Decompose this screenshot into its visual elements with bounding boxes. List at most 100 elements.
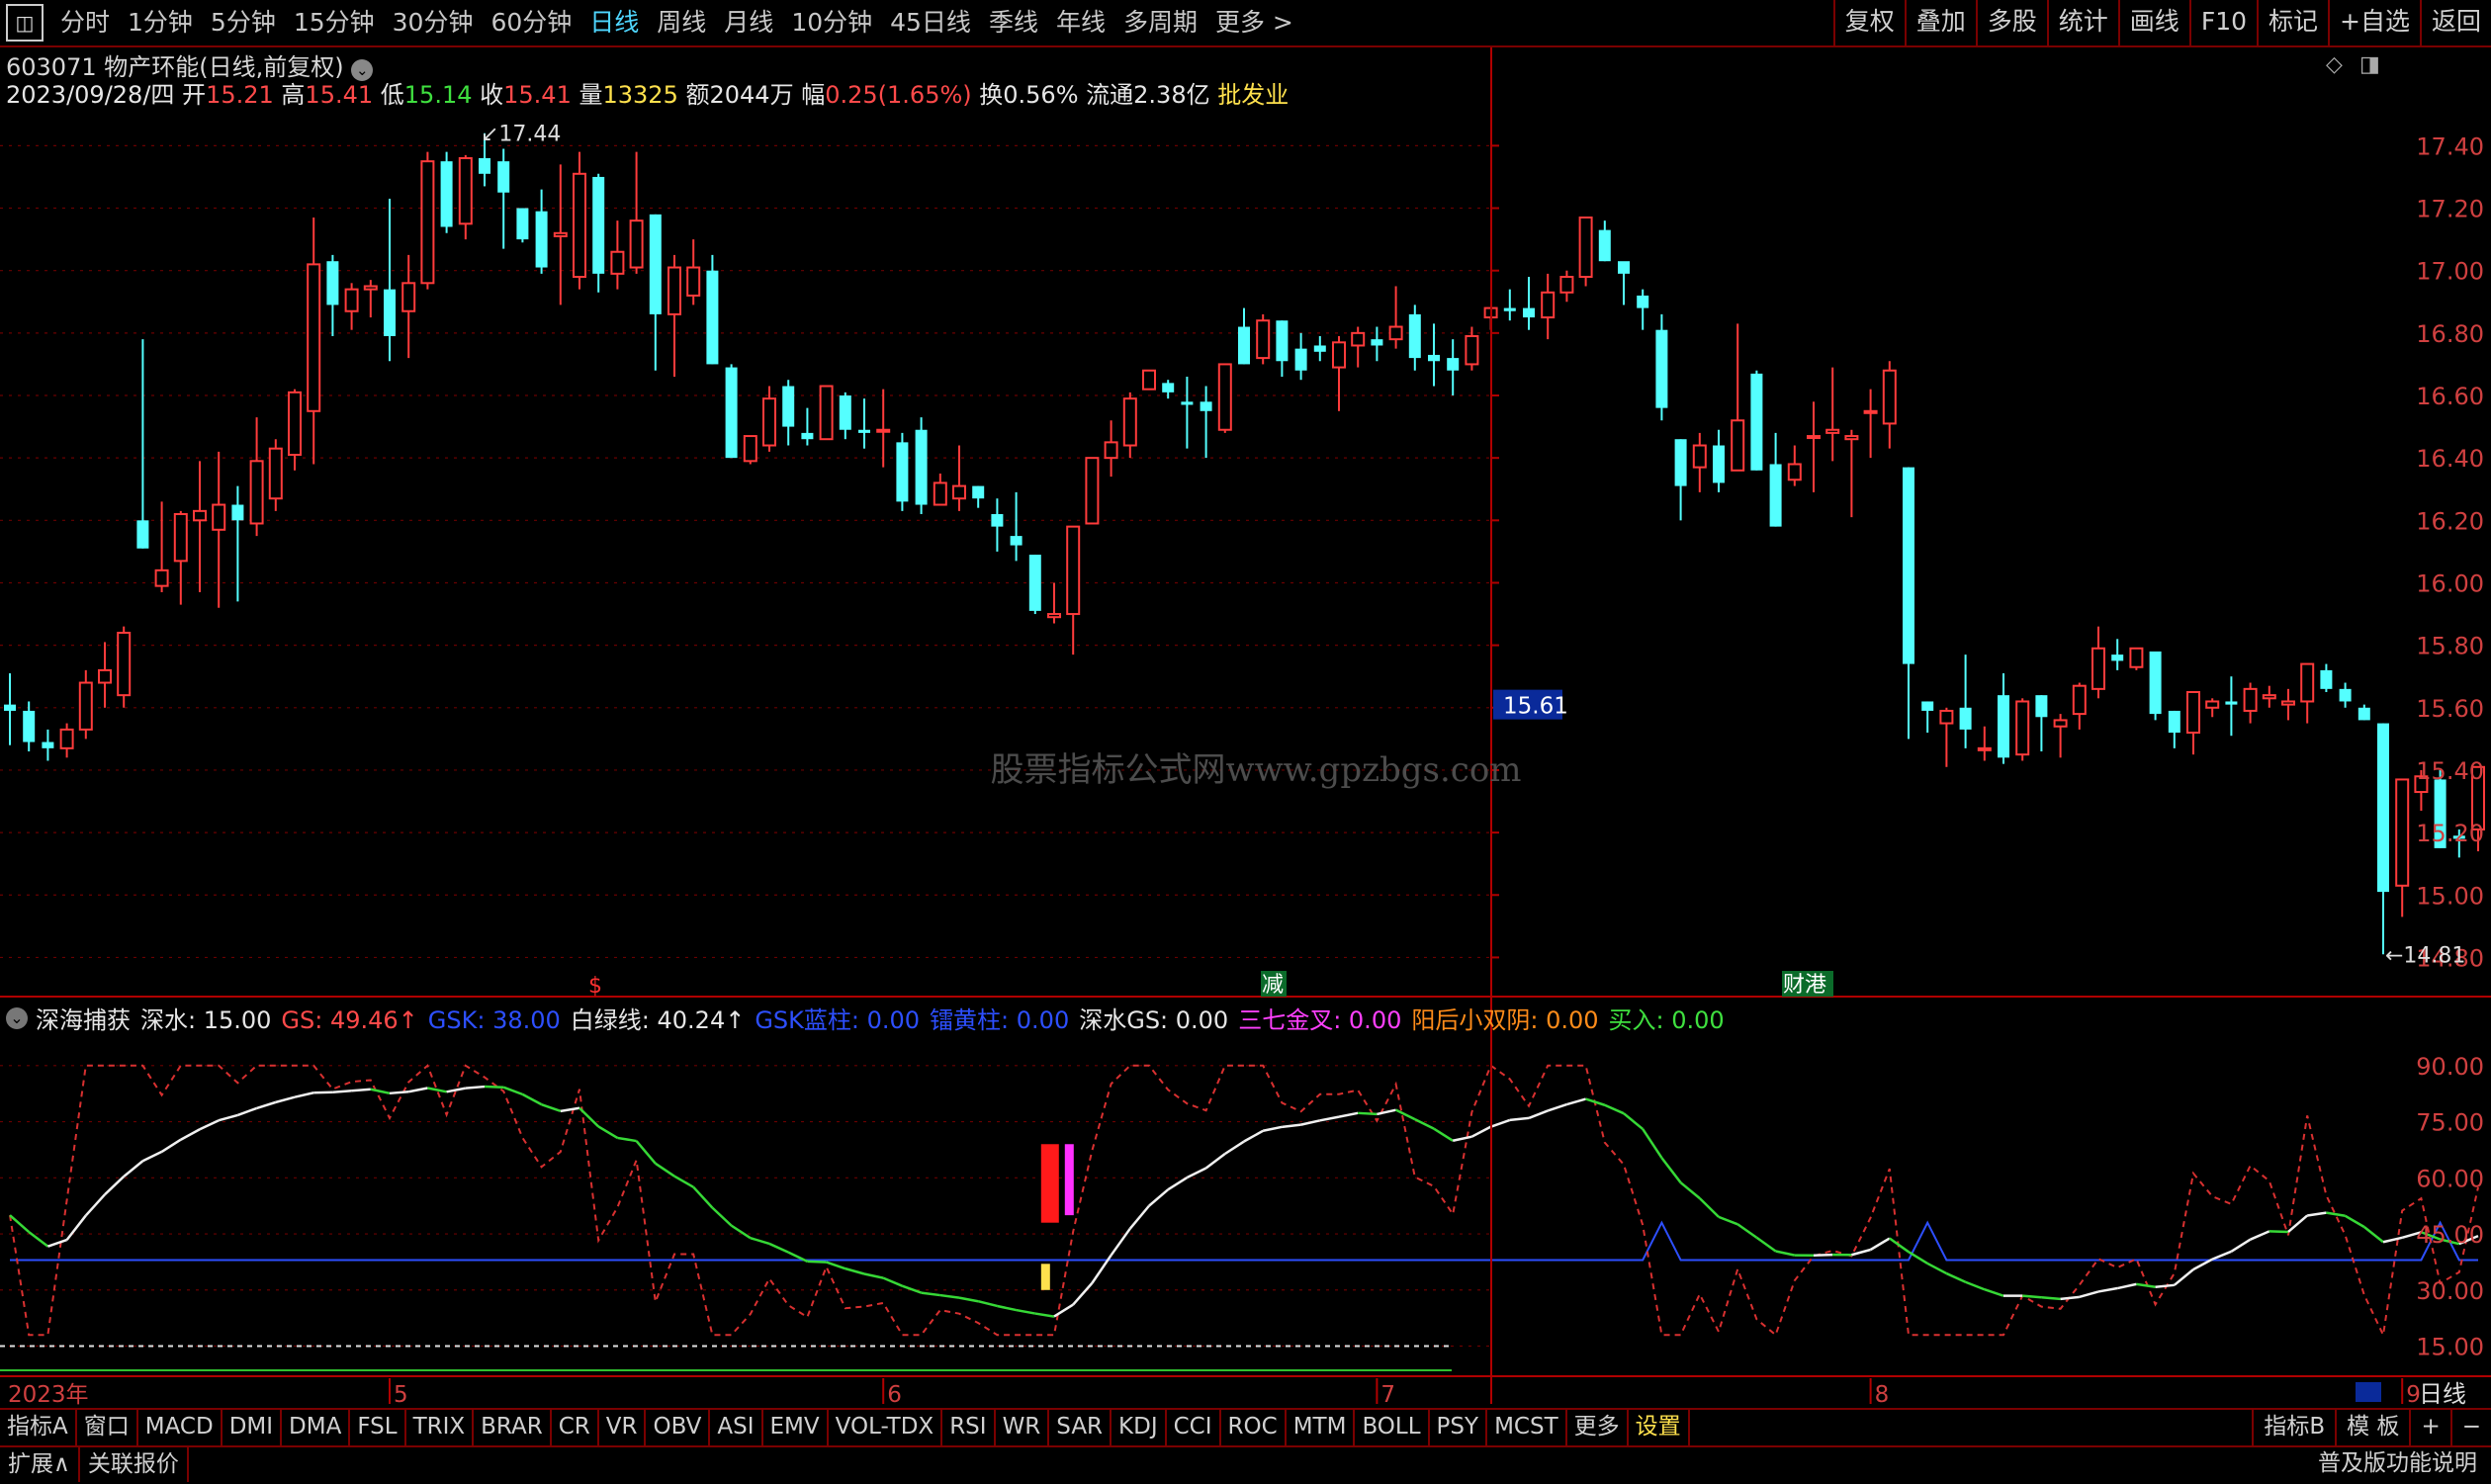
high-label: 高: [281, 81, 306, 109]
price-tick-label-7: 16.00: [2416, 569, 2484, 597]
indicator-tab-12[interactable]: EMV: [763, 1410, 829, 1445]
candle-body-8: [154, 568, 169, 587]
indicator-tab-1[interactable]: 窗口: [77, 1410, 138, 1445]
date-axis-year: 2023年: [8, 1382, 89, 1408]
indicator-tab-18[interactable]: CCI: [1167, 1410, 1221, 1445]
high-annotation: ↙17.44: [481, 123, 561, 147]
indicator-tab-7[interactable]: BRAR: [474, 1410, 552, 1445]
candle-body-54: [1028, 555, 1041, 611]
indicator-tab-13[interactable]: VOL-TDX: [829, 1410, 943, 1445]
candle-body-20: [384, 289, 396, 336]
tab-control-1[interactable]: 模 板: [2335, 1410, 2409, 1445]
indicator-menu-icon[interactable]: ⌄: [6, 1006, 28, 1029]
period-tab-0[interactable]: 分时: [51, 1, 119, 44]
white-green-seg-15: [275, 1095, 296, 1104]
indicator-tab-10[interactable]: OBV: [646, 1410, 711, 1445]
indicator-tab-3[interactable]: DMI: [222, 1410, 283, 1445]
float-value: 2.38亿: [1133, 81, 1210, 109]
candle-body-66: [1256, 319, 1271, 360]
edition-note[interactable]: 普及版功能说明: [2310, 1445, 2485, 1481]
white-green-seg-45: [845, 1266, 865, 1275]
tab-control-2[interactable]: +: [2409, 1410, 2449, 1445]
price-tick-label-0: 17.40: [2416, 132, 2484, 160]
indicator-tab-25[interactable]: 设置: [1629, 1410, 1690, 1445]
indicator-tab-8[interactable]: CR: [552, 1410, 599, 1445]
indicator-tab-17[interactable]: KDJ: [1112, 1410, 1167, 1445]
tool-button-8[interactable]: 返回: [2419, 0, 2491, 45]
candle-body-109: [2072, 684, 2087, 716]
candle-body-104: [1977, 746, 1992, 751]
period-tab-5[interactable]: 60分钟: [482, 1, 580, 44]
candle-body-10: [193, 509, 207, 522]
white-green-seg-85: [1604, 1103, 1625, 1115]
candle-body-39: [743, 435, 757, 463]
candle-body-43: [819, 385, 834, 441]
white-green-seg-79: [1490, 1118, 1511, 1128]
indicator-tab-11[interactable]: ASI: [710, 1410, 763, 1445]
period-tab-8[interactable]: 月线: [715, 1, 782, 44]
indicator-tab-0[interactable]: 指标A: [0, 1410, 77, 1445]
candle-body-55: [1047, 613, 1061, 619]
indicator-tab-14[interactable]: RSI: [942, 1410, 996, 1445]
tool-button-4[interactable]: 画线: [2117, 0, 2189, 45]
candle-body-38: [725, 367, 738, 459]
period-tab-3[interactable]: 15分钟: [285, 1, 384, 44]
tool-button-6[interactable]: 标记: [2257, 0, 2328, 45]
candle-body-16: [307, 263, 321, 412]
white-green-seg-37: [692, 1185, 714, 1209]
period-tab-1[interactable]: 1分钟: [119, 1, 202, 44]
indicator-tab-2[interactable]: MACD: [138, 1410, 222, 1445]
indicator-tab-20[interactable]: MTM: [1287, 1410, 1356, 1445]
tool-button-5[interactable]: F10: [2188, 0, 2257, 45]
tool-button-0[interactable]: 复权: [1832, 0, 1905, 45]
tool-button-3[interactable]: 统计: [2046, 0, 2118, 45]
indicator-tab-24[interactable]: 更多: [1567, 1410, 1629, 1445]
indicator-tabs: 指标A 窗口 MACD DMI DMA FSL TRIX BRAR CR VR OBV ASI EMV V…: [0, 1410, 1690, 1445]
indicator-tab-5[interactable]: FSL: [350, 1410, 406, 1445]
indicator-tab-6[interactable]: TRIX: [406, 1410, 475, 1445]
period-tab-6[interactable]: 日线: [580, 1, 648, 44]
period-tab-4[interactable]: 30分钟: [384, 1, 483, 44]
white-green-seg-76: [1433, 1127, 1454, 1142]
indicator-tab-4[interactable]: DMA: [282, 1410, 351, 1445]
period-tab-2[interactable]: 5分钟: [202, 1, 285, 44]
period-tab-10[interactable]: 45日线: [881, 1, 980, 44]
white-green-seg-66: [1243, 1129, 1264, 1143]
indicator-tab-23[interactable]: MCST: [1487, 1410, 1567, 1445]
period-tab-11[interactable]: 季线: [980, 1, 1047, 44]
tool-button-2[interactable]: 多股: [1975, 0, 2047, 45]
tab-control-0[interactable]: 指标B: [2252, 1410, 2335, 1445]
tool-button-7[interactable]: +自选: [2328, 0, 2420, 45]
kline-chart[interactable]: 17.40 17.20 17.00 16.80 16.60 16.40 16.20 16.00…: [0, 0, 2491, 1484]
indicator-tab-22[interactable]: PSY: [1430, 1410, 1488, 1445]
period-tab-14[interactable]: 更多 >: [1206, 1, 1302, 44]
sub-tick-label-4: 30.00: [2416, 1277, 2484, 1305]
period-tab-9[interactable]: 10分钟: [782, 1, 881, 44]
white-green-seg-114: [2155, 1283, 2175, 1288]
related-quotes-button[interactable]: 关联报价: [80, 1446, 189, 1482]
tool-button-1[interactable]: 叠加: [1904, 0, 1976, 45]
indicator-name[interactable]: 深海捕获: [36, 1001, 131, 1035]
red-signal-bar: [1040, 1144, 1059, 1223]
white-green-seg-12: [218, 1113, 238, 1122]
period-tab-12[interactable]: 年线: [1047, 1, 1114, 44]
date-tick-label-0: 5: [394, 1382, 408, 1408]
period-tab-7[interactable]: 周线: [648, 1, 715, 44]
candle-body-29: [553, 231, 568, 237]
indicator-tab-16[interactable]: SAR: [1049, 1410, 1112, 1445]
white-green-seg-91: [1718, 1215, 1738, 1226]
indicator-tab-21[interactable]: BOLL: [1355, 1410, 1430, 1445]
white-green-seg-40: [750, 1236, 770, 1246]
indicator-tab-9[interactable]: VR: [599, 1410, 647, 1445]
menu-toggle-icon[interactable]: ◫: [6, 4, 44, 42]
expand-button[interactable]: 扩展∧: [0, 1446, 80, 1482]
indicator-tab-15[interactable]: WR: [996, 1410, 1050, 1445]
tab-control-3[interactable]: −: [2449, 1410, 2491, 1445]
chart-axes: 17.40 17.20 17.00 16.80 16.60 16.40 16.20 16.00…: [0, 45, 2491, 1408]
period-tab-13[interactable]: 多周期: [1114, 1, 1206, 44]
indicator-tab-19[interactable]: ROC: [1221, 1410, 1287, 1445]
candle-body-118: [2243, 687, 2258, 712]
white-green-seg-67: [1262, 1125, 1283, 1133]
candle-body-35: [667, 266, 681, 315]
candle-body-62: [1181, 401, 1194, 405]
